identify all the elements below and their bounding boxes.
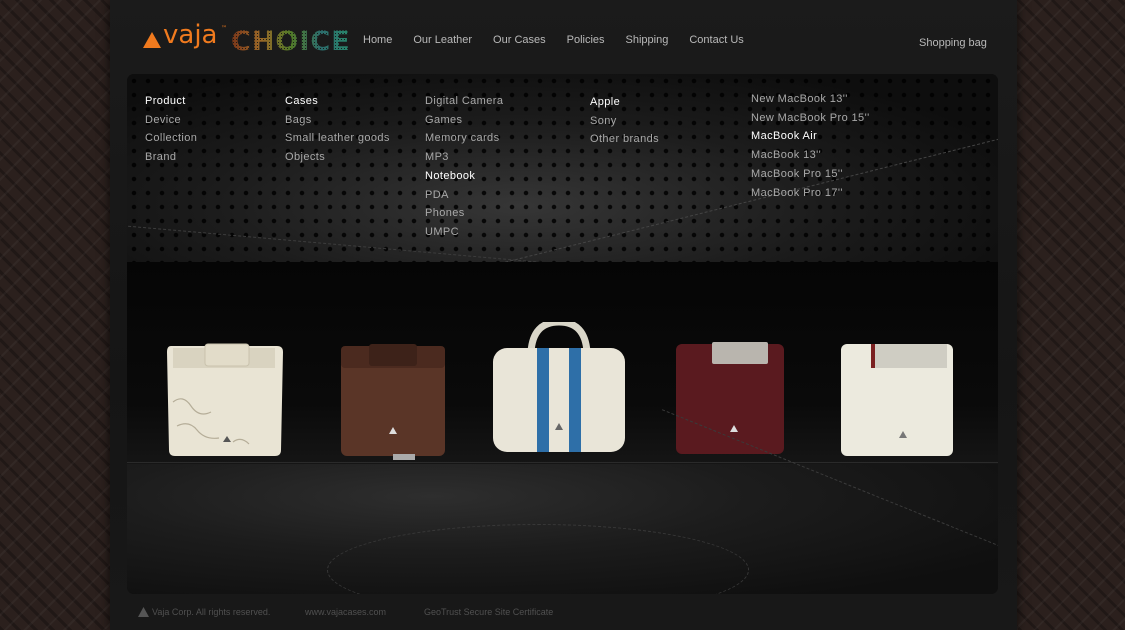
- leather-background: [127, 409, 998, 594]
- menu-item-brand[interactable]: Brand: [145, 148, 197, 167]
- menu-item-device[interactable]: Device: [145, 111, 197, 130]
- product-brown-case[interactable]: [337, 342, 449, 460]
- menu-item-new-macbook-pro-15[interactable]: New MacBook Pro 15'': [751, 109, 870, 128]
- nav-our-leather[interactable]: Our Leather: [413, 34, 472, 46]
- nav-shipping[interactable]: Shipping: [626, 34, 669, 46]
- vaja-footer-icon: [138, 607, 149, 617]
- footer-certificate-link[interactable]: GeoTrust Secure Site Certificate: [424, 607, 553, 617]
- menu-item-games[interactable]: Games: [425, 111, 503, 130]
- vaja-logo[interactable]: vaja ™ CHOICE: [143, 20, 350, 58]
- product-white-sleeve[interactable]: [837, 340, 959, 460]
- product-menu: Product Device Collection Brand Cases Ba…: [127, 74, 998, 283]
- logo-choice: CHOICE: [231, 26, 351, 57]
- leather-seam: [327, 524, 749, 594]
- menu-item-notebook[interactable]: Notebook: [425, 167, 503, 186]
- logo-trademark: ™: [221, 25, 227, 32]
- logo-text: vaja: [163, 20, 218, 50]
- leather-seam: [436, 109, 998, 283]
- content-panel: Product Device Collection Brand Cases Ba…: [127, 74, 998, 594]
- footer-copyright: Vaja Corp. All rights reserved.: [152, 607, 271, 617]
- nav-contact-us[interactable]: Contact Us: [689, 34, 743, 46]
- menu-col-model: New MacBook 13'' New MacBook Pro 15'' Ma…: [751, 90, 870, 202]
- menu-item-memory-cards[interactable]: Memory cards: [425, 129, 503, 148]
- menu-item-collection[interactable]: Collection: [145, 129, 197, 148]
- product-carousel: [127, 262, 998, 562]
- menu-col-brand: Apple Sony Other brands: [590, 93, 659, 149]
- menu-col-category: Product Device Collection Brand: [145, 92, 197, 167]
- menu-item-new-macbook-13[interactable]: New MacBook 13'': [751, 90, 870, 109]
- product-cream-floral-case[interactable]: [163, 342, 287, 458]
- main-nav: Home Our Leather Our Cases Policies Ship…: [363, 34, 765, 46]
- shopping-bag-link[interactable]: Shopping bag: [919, 37, 987, 49]
- nav-policies[interactable]: Policies: [567, 34, 605, 46]
- footer-website-link[interactable]: www.vajacases.com: [305, 607, 386, 617]
- menu-item-mp3[interactable]: MP3: [425, 148, 503, 167]
- menu-col-product-type: Cases Bags Small leather goods Objects: [285, 92, 390, 167]
- menu-item-umpc[interactable]: UMPC: [425, 223, 503, 242]
- nav-our-cases[interactable]: Our Cases: [493, 34, 546, 46]
- menu-item-other-brands[interactable]: Other brands: [590, 130, 659, 149]
- vaja-logo-icon: [143, 32, 161, 48]
- product-cream-blue-bag[interactable]: [489, 322, 629, 458]
- menu-item-bags[interactable]: Bags: [285, 111, 390, 130]
- menu-item-apple[interactable]: Apple: [590, 93, 659, 112]
- shelf-divider: [127, 462, 998, 463]
- menu-item-product[interactable]: Product: [145, 92, 197, 111]
- menu-item-pda[interactable]: PDA: [425, 186, 503, 205]
- menu-item-macbook-13[interactable]: MacBook 13'': [751, 146, 870, 165]
- menu-item-digital-camera[interactable]: Digital Camera: [425, 92, 503, 111]
- menu-item-macbook-pro-17[interactable]: MacBook Pro 17'': [751, 184, 870, 203]
- menu-item-cases[interactable]: Cases: [285, 92, 390, 111]
- menu-item-small-leather-goods[interactable]: Small leather goods: [285, 129, 390, 148]
- menu-item-objects[interactable]: Objects: [285, 148, 390, 167]
- menu-item-phones[interactable]: Phones: [425, 204, 503, 223]
- menu-col-device-type: Digital Camera Games Memory cards MP3 No…: [425, 92, 503, 242]
- menu-item-macbook-pro-15[interactable]: MacBook Pro 15'': [751, 165, 870, 184]
- menu-item-macbook-air[interactable]: MacBook Air: [751, 127, 870, 146]
- nav-home[interactable]: Home: [363, 34, 392, 46]
- menu-item-sony[interactable]: Sony: [590, 112, 659, 131]
